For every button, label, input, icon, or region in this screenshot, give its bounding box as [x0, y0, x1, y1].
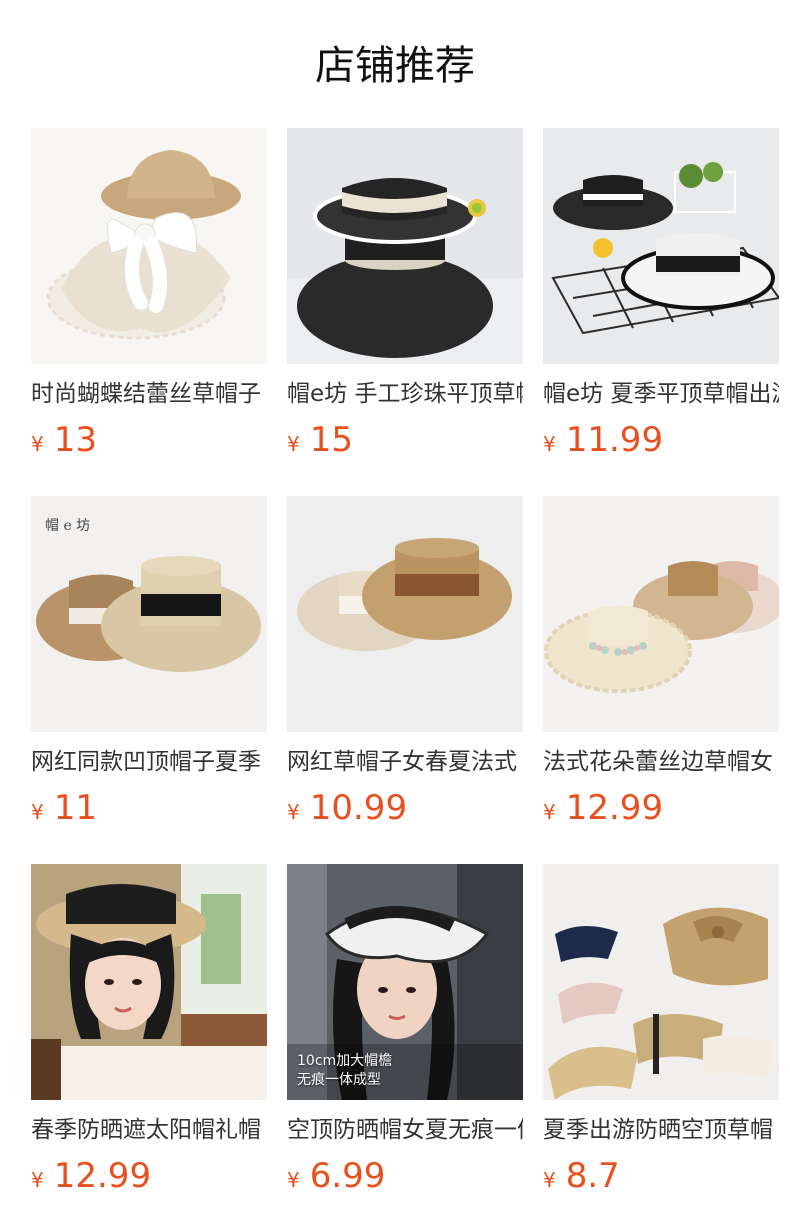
lace-bow-straw-hat-image	[31, 128, 267, 364]
product-price: 10.99	[309, 788, 408, 828]
currency-symbol: ¥	[287, 800, 300, 824]
currency-symbol: ¥	[31, 800, 44, 824]
price-row: ¥ 13	[31, 420, 267, 460]
product-grid: 时尚蝴蝶结蕾丝草帽子 ¥ 13 帽e坊 手工珍珠平顶草帽 ¥ 15 帽e坊 夏季…	[31, 128, 790, 1232]
product-image[interactable]	[543, 864, 779, 1100]
product-price: 6.99	[309, 1156, 386, 1196]
product-name[interactable]: 空顶防晒帽女夏无痕一体	[287, 1116, 523, 1144]
product-image[interactable]	[287, 496, 523, 732]
currency-symbol: ¥	[31, 1168, 44, 1192]
currency-symbol: ¥	[287, 1168, 300, 1192]
product-price: 12.99	[565, 788, 664, 828]
black-pearl-boater-hat-image	[287, 128, 523, 364]
svg-text:帽 e 坊: 帽 e 坊	[45, 518, 90, 534]
product-card[interactable]: 帽e坊 手工珍珠平顶草帽 ¥ 15	[287, 128, 523, 496]
price-row: ¥ 15	[287, 420, 523, 460]
product-card[interactable]: 网红草帽子女春夏法式 ¥ 10.99	[287, 496, 523, 864]
currency-symbol: ¥	[543, 432, 556, 456]
price-row: ¥ 11.99	[543, 420, 779, 460]
product-card[interactable]: 帽 e 坊 网红同款凹顶帽子夏季 ¥ 11	[31, 496, 267, 864]
product-image[interactable]	[31, 864, 267, 1100]
currency-symbol: ¥	[287, 432, 300, 456]
price-row: ¥ 8.7	[543, 1156, 779, 1196]
price-row: ¥ 10.99	[287, 788, 523, 828]
brown-and-cream-boater-hats-image	[287, 496, 523, 732]
product-image[interactable]	[31, 128, 267, 364]
product-price: 11	[53, 788, 97, 828]
product-price: 12.99	[53, 1156, 152, 1196]
floral-lace-straw-hats-image	[543, 496, 779, 732]
black-white-boater-hats-image	[543, 128, 779, 364]
product-name[interactable]: 夏季出游防晒空顶草帽	[543, 1116, 779, 1144]
price-row: ¥ 12.99	[31, 1156, 267, 1196]
product-price: 11.99	[565, 420, 664, 460]
product-name[interactable]: 法式花朵蕾丝边草帽女	[543, 748, 779, 776]
image-overlay-caption: 10cm加大帽檐 无痕一体成型	[297, 1053, 393, 1088]
product-image[interactable]	[543, 128, 779, 364]
product-card[interactable]: 帽e坊 夏季平顶草帽出游 ¥ 11.99	[543, 128, 779, 496]
currency-symbol: ¥	[543, 1168, 556, 1192]
product-card[interactable]: 法式花朵蕾丝边草帽女 ¥ 12.99	[543, 496, 779, 864]
product-price: 15	[309, 420, 353, 460]
product-image[interactable]: 帽 e 坊	[31, 496, 267, 732]
beige-boater-hats-black-ribbon-image: 帽 e 坊	[31, 496, 267, 732]
price-row: ¥ 11	[31, 788, 267, 828]
currency-symbol: ¥	[543, 800, 556, 824]
product-image[interactable]	[287, 128, 523, 364]
page: 店铺推荐 时尚蝴蝶结蕾丝草帽子 ¥ 13 帽e坊 手工珍珠平顶草帽 ¥ 15 帽…	[0, 0, 790, 1232]
product-image[interactable]: 10cm加大帽檐 无痕一体成型	[287, 864, 523, 1100]
product-card[interactable]: 夏季出游防晒空顶草帽 ¥ 8.7	[543, 864, 779, 1232]
woman-wearing-straw-hat-image	[31, 864, 267, 1100]
foldable-straw-visors-image	[543, 864, 779, 1100]
product-price: 8.7	[565, 1156, 620, 1196]
product-price: 13	[53, 420, 97, 460]
product-name[interactable]: 网红草帽子女春夏法式	[287, 748, 523, 776]
price-row: ¥ 12.99	[543, 788, 779, 828]
product-card[interactable]: 春季防晒遮太阳帽礼帽 ¥ 12.99	[31, 864, 267, 1232]
product-name[interactable]: 网红同款凹顶帽子夏季	[31, 748, 267, 776]
product-name[interactable]: 帽e坊 夏季平顶草帽出游	[543, 380, 779, 408]
product-name[interactable]: 帽e坊 手工珍珠平顶草帽	[287, 380, 523, 408]
product-card[interactable]: 时尚蝴蝶结蕾丝草帽子 ¥ 13	[31, 128, 267, 496]
product-card[interactable]: 10cm加大帽檐 无痕一体成型 空顶防晒帽女夏无痕一体 ¥ 6.99	[287, 864, 523, 1232]
product-image[interactable]	[543, 496, 779, 732]
currency-symbol: ¥	[31, 432, 44, 456]
product-name[interactable]: 春季防晒遮太阳帽礼帽	[31, 1116, 267, 1144]
price-row: ¥ 6.99	[287, 1156, 523, 1196]
product-name[interactable]: 时尚蝴蝶结蕾丝草帽子	[31, 380, 267, 408]
page-title: 店铺推荐	[315, 43, 475, 89]
